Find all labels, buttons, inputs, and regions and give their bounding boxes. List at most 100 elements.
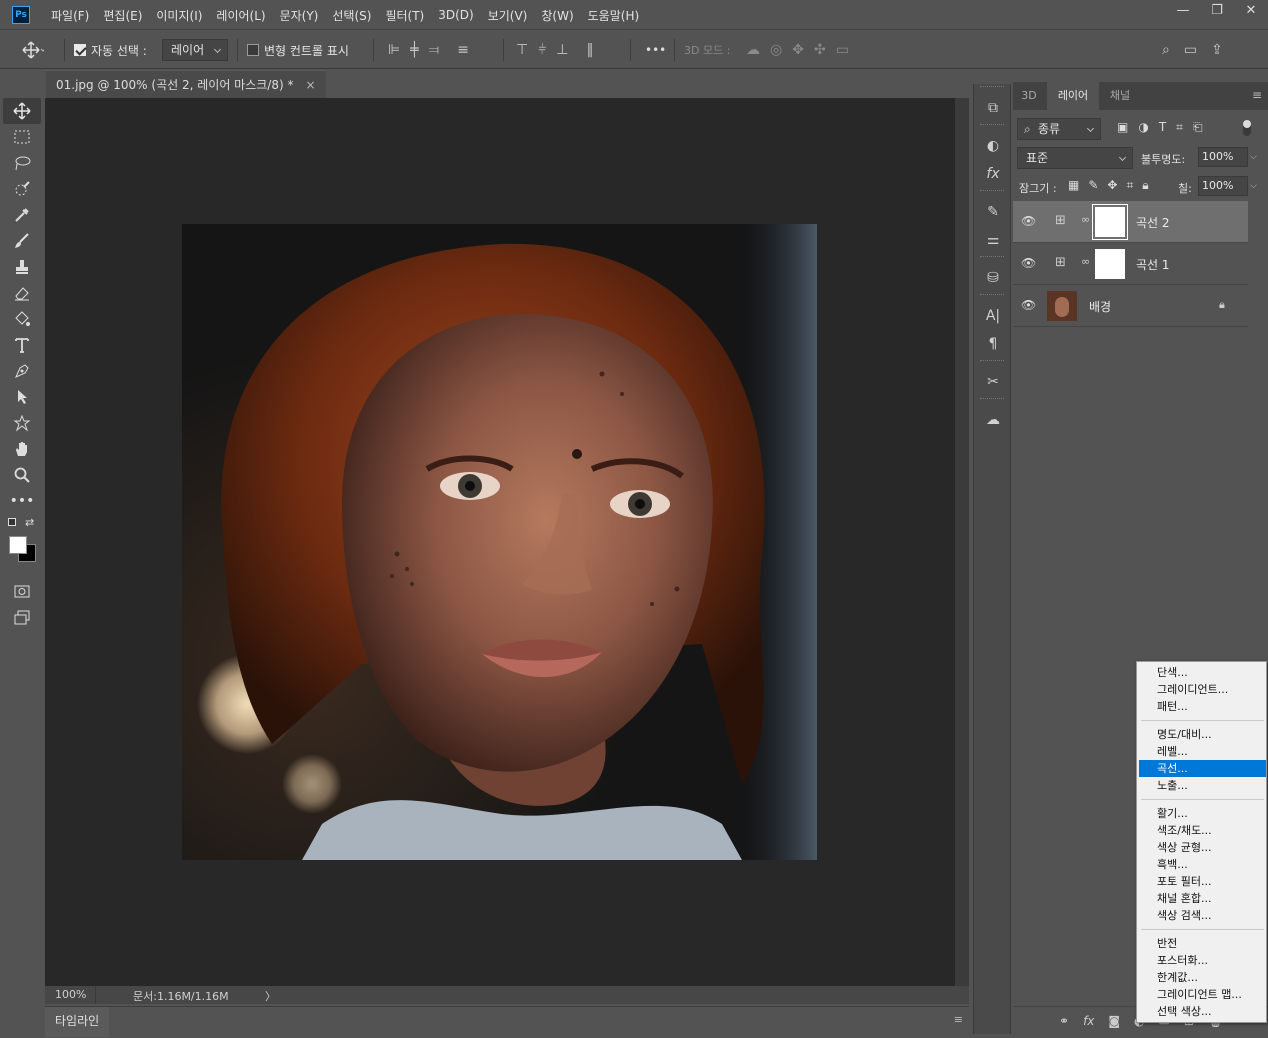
layer-mask-thumbnail[interactable] [1092, 204, 1128, 240]
hand-tool-icon[interactable] [3, 436, 41, 462]
blend-mode-dropdown[interactable]: 표준 [1017, 147, 1133, 169]
filter-pixel-icon[interactable]: ▣ [1117, 120, 1128, 135]
filter-smart-object-icon[interactable]: ⎗ [1193, 120, 1203, 135]
styles-icon[interactable]: fx [974, 160, 1012, 188]
maximize-button[interactable]: ❐ [1200, 0, 1234, 24]
menu-item-color-balance[interactable]: 색상 균형... [1139, 839, 1266, 856]
lasso-tool-icon[interactable] [3, 150, 41, 176]
filter-kind-dropdown[interactable]: ⌕ 종류 [1017, 118, 1101, 140]
eyedropper-tool-icon[interactable] [3, 202, 41, 228]
brush-tool-icon[interactable] [3, 228, 41, 254]
close-window-button[interactable]: ✕ [1234, 0, 1268, 24]
opacity-input[interactable]: 100% [1198, 147, 1248, 167]
layer-row-curves-2[interactable]: 👁︎ ⊞ ∞ 곡선 2 [1013, 201, 1248, 243]
3d-orbit-icon[interactable]: ☁ [746, 42, 760, 58]
paint-bucket-tool-icon[interactable] [3, 306, 41, 332]
menu-item-curves[interactable]: 곡선... [1139, 760, 1266, 777]
eraser-tool-icon[interactable] [3, 280, 41, 306]
quick-mask-icon[interactable] [3, 578, 41, 604]
3d-pan-icon[interactable]: ✥ [792, 42, 804, 58]
transform-controls-option[interactable]: 변형 컨트롤 표시 [247, 31, 349, 69]
menu-item-selective-color[interactable]: 선택 색상... [1139, 1003, 1266, 1020]
menu-item-photo-filter[interactable]: 포토 필터... [1139, 873, 1266, 890]
workspace-icon[interactable]: ▭ [1184, 42, 1197, 58]
transform-controls-checkbox[interactable] [247, 44, 259, 56]
menu-select[interactable]: 선택(S) [325, 7, 378, 24]
link-icon[interactable]: ∞ [1081, 255, 1090, 268]
canvas-area[interactable] [45, 98, 955, 986]
adjustments-icon[interactable]: ◐ [974, 132, 1012, 160]
menu-item-black-white[interactable]: 흑백... [1139, 856, 1266, 873]
layer-row-background[interactable]: 👁︎ 배경 🔒︎ [1013, 285, 1248, 327]
properties-icon[interactable]: ⚌ [974, 226, 1012, 254]
menu-item-invert[interactable]: 반전 [1139, 935, 1266, 952]
auto-select-target-dropdown[interactable]: 레이어 [162, 39, 228, 61]
brush-settings-icon[interactable]: ✎ [974, 198, 1012, 226]
align-bottom-icon[interactable]: ⊥ [556, 42, 568, 58]
screen-mode-icon[interactable] [3, 604, 41, 630]
lock-image-icon[interactable]: ✎ [1088, 178, 1098, 193]
align-horizontal-center-icon[interactable]: ╪ [410, 42, 418, 58]
align-top-icon[interactable]: ⊤ [516, 42, 528, 58]
swap-colors-icon[interactable]: ⇄ [25, 516, 34, 529]
layer-mask-thumbnail[interactable] [1095, 249, 1125, 279]
move-tool-icon[interactable] [3, 98, 41, 124]
menu-item-solid-color[interactable]: 단색... [1139, 664, 1266, 681]
filter-adjustment-icon[interactable]: ◑ [1138, 120, 1148, 135]
menu-window[interactable]: 창(W) [534, 7, 580, 24]
align-left-icon[interactable]: ⊫ [388, 42, 400, 58]
visibility-eye-icon[interactable]: 👁︎ [1021, 256, 1036, 270]
menu-file[interactable]: 파일(F) [44, 7, 96, 24]
add-layer-style-icon[interactable]: fx [1083, 1014, 1094, 1028]
menu-item-posterize[interactable]: 포스터화... [1139, 952, 1266, 969]
filter-type-icon[interactable]: T [1159, 120, 1166, 135]
filter-toggle[interactable] [1243, 120, 1251, 136]
lock-position-icon[interactable]: ✥ [1107, 178, 1117, 193]
visibility-eye-icon[interactable]: 👁︎ [1021, 298, 1036, 312]
auto-select-option[interactable]: 자동 선택 : [74, 31, 147, 69]
link-layers-icon[interactable]: ⚭ [1059, 1014, 1069, 1028]
panel-menu-icon[interactable]: ≡ [1252, 88, 1262, 102]
menu-filter[interactable]: 필터(T) [378, 7, 431, 24]
edit-toolbar-icon[interactable]: ••• [3, 488, 41, 514]
menu-edit[interactable]: 편집(E) [96, 7, 149, 24]
tab-3d[interactable]: 3D [1013, 82, 1045, 110]
lock-transparent-icon[interactable]: ▦ [1068, 178, 1079, 193]
pen-tool-icon[interactable] [3, 358, 41, 384]
menu-layer[interactable]: 레이어(L) [209, 7, 272, 24]
lock-artboard-icon[interactable]: ⌗ [1126, 178, 1133, 193]
libraries-icon[interactable]: ☁ [974, 406, 1012, 434]
menu-type[interactable]: 문자(Y) [273, 7, 326, 24]
search-icon[interactable]: ⌕ [1162, 42, 1170, 58]
move-tool-preset-icon[interactable] [22, 31, 44, 69]
more-options-button[interactable]: ••• [645, 43, 666, 57]
fill-input[interactable]: 100% [1198, 176, 1248, 196]
link-icon[interactable]: ∞ [1081, 213, 1090, 226]
menu-item-pattern[interactable]: 패턴... [1139, 698, 1266, 715]
opacity-dropdown-icon[interactable]: ⌵ [1250, 147, 1264, 167]
zoom-level[interactable]: 100% [55, 988, 86, 1001]
menu-view[interactable]: 보기(V) [481, 7, 535, 24]
clone-source-icon[interactable]: ⛁ [974, 264, 1012, 292]
history-icon[interactable]: ⧉ [974, 94, 1012, 122]
menu-item-levels[interactable]: 레벨... [1139, 743, 1266, 760]
tool-presets-icon[interactable]: ✂ [974, 368, 1012, 396]
clone-stamp-tool-icon[interactable] [3, 254, 41, 280]
align-vertical-center-icon[interactable]: ⫩ [538, 42, 546, 58]
menu-help[interactable]: 도움말(H) [581, 7, 647, 24]
menu-item-color-lookup[interactable]: 색상 검색... [1139, 907, 1266, 924]
close-document-icon[interactable]: × [305, 78, 315, 92]
add-mask-icon[interactable]: ◙ [1108, 1014, 1120, 1028]
status-menu-arrow[interactable]: 〉 [265, 988, 276, 1004]
character-icon[interactable]: A| [974, 302, 1012, 330]
filter-shape-icon[interactable]: ⌗ [1176, 120, 1183, 135]
tab-channels[interactable]: 채널 [1101, 82, 1139, 110]
menu-item-hue-saturation[interactable]: 색조/채도... [1139, 822, 1266, 839]
minimize-button[interactable]: — [1166, 0, 1200, 24]
tab-layers[interactable]: 레이어 [1047, 82, 1099, 110]
layer-row-curves-1[interactable]: 👁︎ ⊞ ∞ 곡선 1 [1013, 243, 1248, 285]
align-right-icon[interactable]: ⫤ [429, 42, 440, 58]
path-selection-tool-icon[interactable] [3, 384, 41, 410]
timeline-menu-icon[interactable]: ≡ [954, 1013, 963, 1026]
timeline-tab[interactable]: 타임라인 [45, 1007, 110, 1037]
